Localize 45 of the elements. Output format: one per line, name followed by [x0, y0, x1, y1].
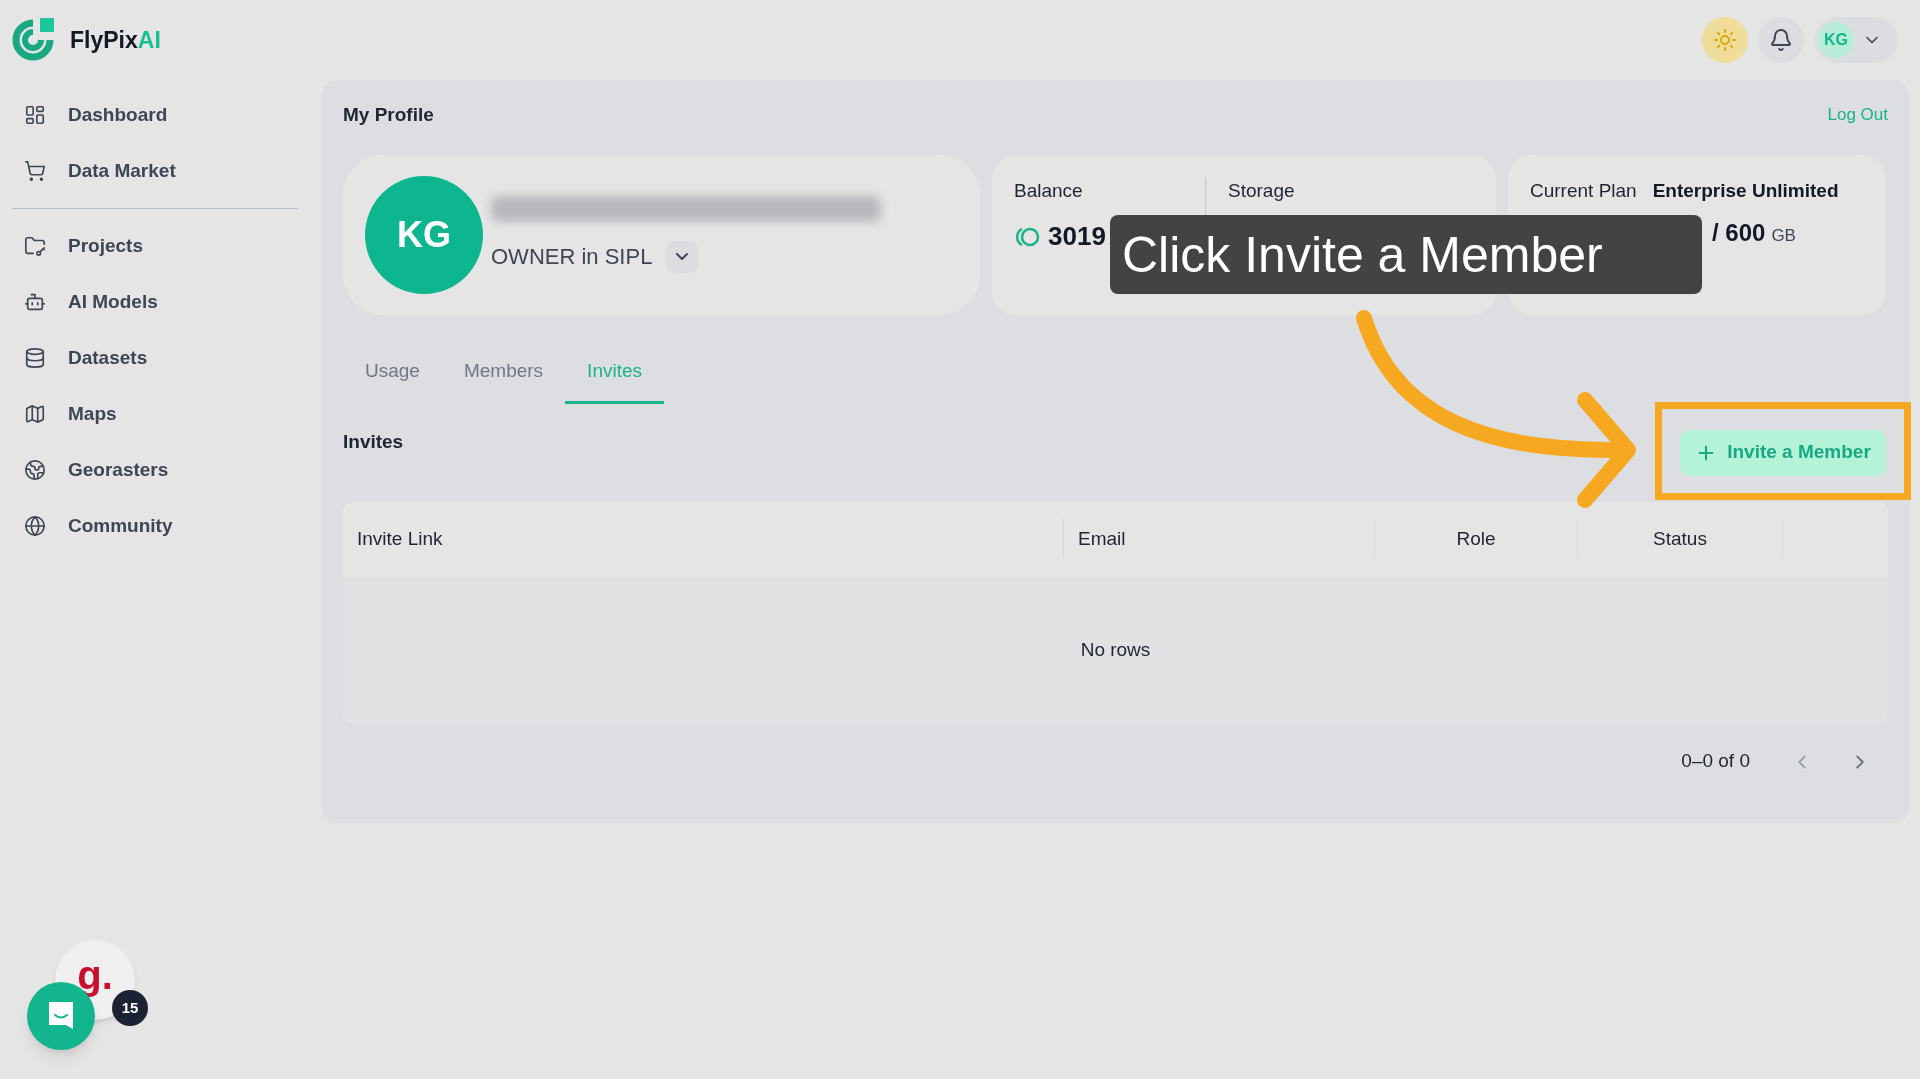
plan-label: Current Plan [1530, 178, 1637, 203]
grid-icon [24, 104, 46, 126]
sun-icon [1713, 28, 1737, 52]
sidebar-item[interactable]: Maps [0, 386, 321, 442]
role-label: OWNER in SIPL [491, 243, 653, 271]
plan-name: Enterprise Unlimited [1652, 178, 1839, 203]
sidebar-item[interactable]: Data Market [0, 143, 321, 199]
user-avatar: KG [1818, 22, 1854, 58]
coin-icon [1014, 225, 1040, 248]
balance-value: 3019 [1048, 220, 1106, 253]
sidebar-item[interactable]: AI Models [0, 274, 321, 330]
sidebar-item[interactable]: Georasters [0, 442, 321, 498]
logo-icon [10, 17, 56, 63]
folder-icon [24, 235, 46, 257]
earth-icon [24, 459, 46, 481]
callout-text: Click Invite a Member [1122, 229, 1603, 280]
globe-icon [24, 515, 46, 537]
column-header: Role [1456, 526, 1496, 551]
notifications-button[interactable] [1758, 17, 1804, 63]
sidebar-item[interactable]: Projects [0, 218, 321, 274]
page-title: My Profile [343, 102, 434, 127]
balance-label: Balance [1014, 178, 1084, 203]
column-header: Email [1078, 526, 1126, 551]
storage-total: / 600 [1712, 218, 1766, 248]
column-header: Invite Link [357, 527, 443, 549]
pagination-range: 0–0 of 0 [1681, 749, 1750, 774]
sidebar-item[interactable]: Community [0, 498, 321, 554]
sidebar-item[interactable]: Datasets [0, 330, 321, 386]
bell-icon [1769, 28, 1793, 52]
map-icon [24, 403, 46, 425]
chevron-down-icon [676, 253, 689, 260]
notification-badge: 15 [112, 990, 148, 1026]
section-heading: Invites [343, 429, 404, 454]
robot-icon [24, 291, 46, 313]
cart-icon [24, 160, 46, 182]
logo-text: FlyPixAI [70, 25, 161, 55]
empty-message: No rows [1080, 637, 1151, 662]
profile-avatar: KG [365, 175, 483, 294]
storage-label: Storage [1228, 179, 1295, 201]
chat-icon [46, 1000, 76, 1032]
column-header: Status [1653, 526, 1707, 551]
sidebar-item[interactable]: Dashboard [0, 87, 321, 143]
storage-unit: GB [1771, 225, 1796, 247]
database-icon [24, 347, 46, 369]
role-dropdown[interactable] [666, 240, 699, 273]
